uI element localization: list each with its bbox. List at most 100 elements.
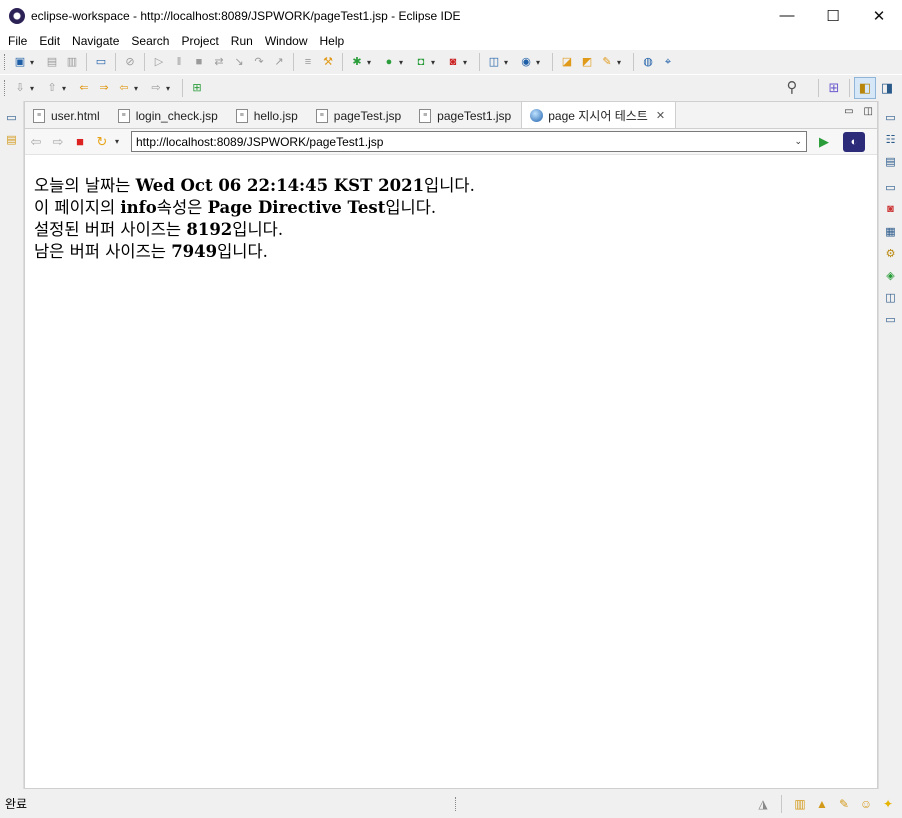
go-icon[interactable]: ▶ [815,133,833,151]
previous-annotation-dropdown-icon[interactable]: ▾ [62,84,70,93]
new-server-icon[interactable]: ◫ [486,54,502,70]
browser-stop-icon[interactable]: ■ [71,133,89,151]
suspend-icon[interactable]: ‖ [171,54,187,70]
back-dropdown-icon[interactable]: ▾ [134,84,142,93]
open-perspective-icon[interactable]: ⊞ [823,77,845,99]
step-over-icon[interactable]: ↷ [251,54,267,70]
new-class-icon[interactable]: ◉ [518,54,534,70]
build-icon[interactable]: ⚒ [320,54,336,70]
run-server-icon[interactable]: ◘ [413,54,429,70]
tab-label: login_check.jsp [135,108,218,123]
smiley-icon[interactable]: ☺ [858,796,874,812]
tutorial-icon[interactable]: ▲ [814,796,830,812]
menu-search[interactable]: Search [125,34,175,48]
java-perspective-icon[interactable]: ◨ [876,77,898,99]
skip-breakpoints-icon[interactable]: ⊘ [122,54,138,70]
close-button[interactable]: ✕ [856,0,902,31]
step-return-icon[interactable]: ↗ [271,54,287,70]
perspective-switcher: ⚲ ⊞ ◧ ◨ [782,77,898,99]
menu-navigate[interactable]: Navigate [66,34,125,48]
console-icon[interactable]: ▭ [883,311,899,327]
debug-dropdown-icon[interactable]: ▾ [367,58,375,67]
tab-user-html[interactable]: ≡ user.html [25,103,110,128]
terminate-icon[interactable]: ■ [191,54,207,70]
tab-pagetest-jsp[interactable]: ≡ pageTest.jsp [308,103,411,128]
globe-icon [530,108,544,122]
external-tools-icon[interactable]: ◙ [445,54,461,70]
save-icon[interactable]: ▤ [44,54,60,70]
run-icon[interactable]: ● [381,54,397,70]
servers-icon[interactable]: ⚙ [883,245,899,261]
new-server-dropdown-icon[interactable]: ▾ [504,58,512,67]
use-step-filters-icon[interactable]: ≡ [300,54,316,70]
resume-icon[interactable]: ▷ [151,54,167,70]
next-annotation-dropdown-icon[interactable]: ▾ [30,84,38,93]
new-icon[interactable]: ▣ [12,54,28,70]
wand-icon[interactable]: ✎ [836,796,852,812]
properties-icon[interactable]: ▦ [883,223,899,239]
back-icon[interactable]: ⇦ [116,80,132,96]
markers-icon[interactable]: ◙ [883,201,899,217]
tab-hello-jsp[interactable]: ≡ hello.jsp [228,103,308,128]
minimize-button[interactable]: — [764,0,810,31]
pin-editor-icon[interactable]: ⊞ [189,80,205,96]
open-external-browser-icon[interactable]: ◐ [843,131,865,152]
lightbulb-icon[interactable]: ✦ [880,796,896,812]
restore-icon[interactable]: ▭ [883,179,899,195]
project-explorer-icon[interactable]: ▤ [4,131,20,147]
maximize-editor-icon[interactable]: ◫ [864,106,873,117]
status-bar: 완료 ◮ ▥ ▲ ✎ ☺ ✦ [0,789,902,818]
run-dropdown-icon[interactable]: ▾ [399,58,407,67]
menu-help[interactable]: Help [314,34,351,48]
search-web-icon[interactable]: ⌖ [660,54,676,70]
java-ee-perspective-icon[interactable]: ◧ [854,77,876,99]
tips-icon[interactable]: ◮ [755,796,771,812]
menu-project[interactable]: Project [175,34,224,48]
step-into-icon[interactable]: ↘ [231,54,247,70]
save-all-icon[interactable]: ▥ [64,54,80,70]
url-input[interactable]: http://localhost:8089/JSPWORK/pageTest1.… [131,131,807,152]
disconnect-icon[interactable]: ⇄ [211,54,227,70]
new-dropdown-icon[interactable]: ▾ [30,58,38,67]
task-list-icon[interactable]: ▤ [883,153,899,169]
tab-page-directive-test[interactable]: page 지시어 테스트 ✕ [521,101,677,128]
debug-icon[interactable]: ✱ [349,54,365,70]
restore-icon[interactable]: ▭ [4,109,20,125]
snippets-icon[interactable]: ◫ [883,289,899,305]
browser-forward-icon[interactable]: ⇨ [49,133,67,151]
open-console-icon[interactable]: ▭ [93,54,109,70]
toolbar-separator [115,53,116,71]
pen-icon[interactable]: ✎ [599,54,615,70]
url-history-dropdown-icon[interactable]: ⌄ [794,136,802,147]
tab-pagetest1-jsp[interactable]: ≡ pageTest1.jsp [411,103,521,128]
menu-run[interactable]: Run [225,34,259,48]
tab-login-check-jsp[interactable]: ≡ login_check.jsp [110,103,228,128]
forward-icon[interactable]: ⇨ [148,80,164,96]
restore-icon[interactable]: ▭ [883,109,899,125]
next-annotation-icon[interactable]: ⇩ [12,80,28,96]
run-server-dropdown-icon[interactable]: ▾ [431,58,439,67]
browser-refresh-icon[interactable]: ↻ [93,133,111,151]
browser-back-icon[interactable]: ⇦ [27,133,45,151]
book-icon[interactable]: ▥ [792,796,808,812]
new-class-dropdown-icon[interactable]: ▾ [536,58,544,67]
open-type-icon[interactable]: ◪ [559,54,575,70]
data-source-explorer-icon[interactable]: ◈ [883,267,899,283]
outline-icon[interactable]: ☷ [883,131,899,147]
search-icon[interactable]: ⚲ [784,80,800,96]
minimize-editor-icon[interactable]: ▭ [844,106,853,117]
menu-file[interactable]: File [0,34,33,48]
close-tab-icon[interactable]: ✕ [656,109,665,122]
previous-annotation-icon[interactable]: ⇧ [44,80,60,96]
external-tools-dropdown-icon[interactable]: ▾ [463,58,471,67]
menu-window[interactable]: Window [259,34,314,48]
pen-dropdown-icon[interactable]: ▾ [617,58,625,67]
forward-edit-icon[interactable]: ⇒ [96,80,112,96]
web-browser-icon[interactable]: ◍ [640,54,656,70]
open-task-icon[interactable]: ◩ [579,54,595,70]
forward-dropdown-icon[interactable]: ▾ [166,84,174,93]
last-edit-location-icon[interactable]: ⇐ [76,80,92,96]
maximize-button[interactable]: ☐ [810,0,856,31]
menu-edit[interactable]: Edit [33,34,66,48]
browser-menu-dropdown-icon[interactable]: ▾ [115,137,123,146]
